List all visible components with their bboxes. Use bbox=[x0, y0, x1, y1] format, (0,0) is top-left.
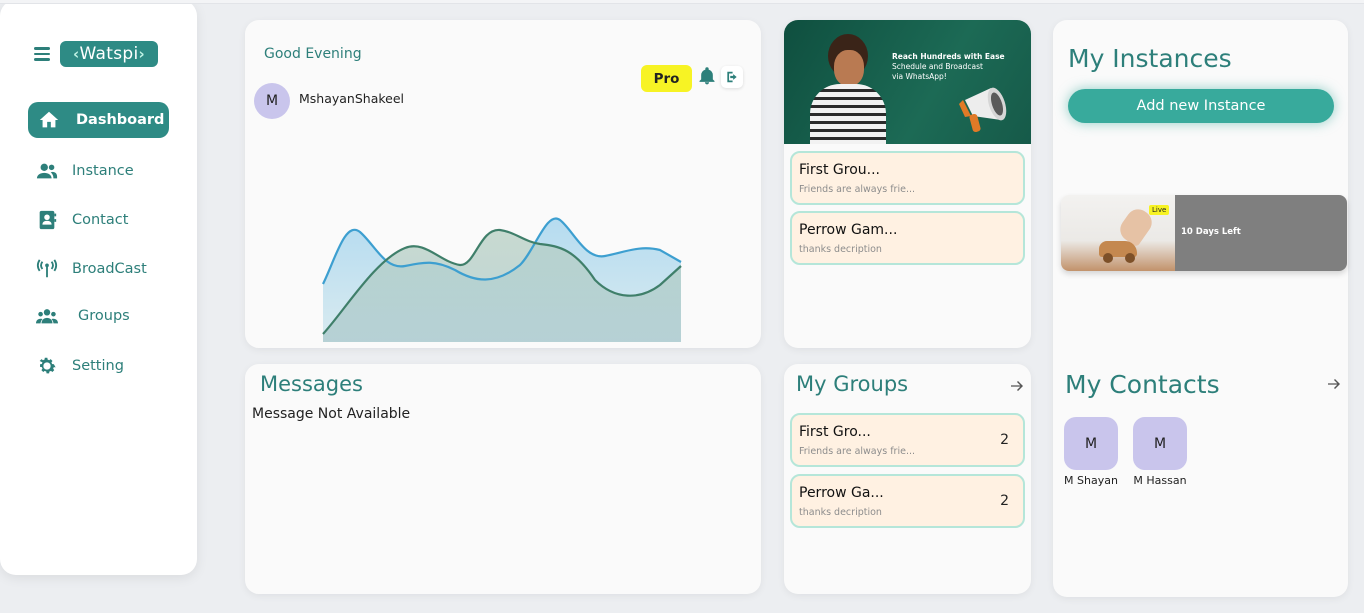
group-member-count: 2 bbox=[1000, 493, 1009, 509]
gear-icon bbox=[39, 357, 56, 374]
contact-name: M Shayan bbox=[1064, 474, 1118, 487]
group-description: thanks decription bbox=[799, 507, 882, 518]
group-name: Perrow Gam... bbox=[799, 222, 898, 238]
group-name: First Grou... bbox=[799, 162, 880, 178]
contact-avatar: M bbox=[1064, 417, 1118, 470]
wheel-shape bbox=[1103, 253, 1113, 263]
banner-text: Reach Hundreds with Ease Schedule and Br… bbox=[892, 52, 1005, 82]
logo-text: Watspi bbox=[79, 44, 139, 64]
sidebar-item-setting[interactable]: Setting bbox=[28, 348, 124, 384]
group-name: First Gro... bbox=[799, 424, 871, 440]
messages-title: Messages bbox=[260, 372, 363, 396]
list-item[interactable]: Perrow Ga... thanks decription 2 bbox=[790, 474, 1025, 528]
logo[interactable]: ‹ Watspi › bbox=[60, 41, 158, 67]
instance-info: 10 Days Left bbox=[1175, 195, 1347, 271]
logout-icon bbox=[727, 71, 737, 83]
logout-button[interactable] bbox=[721, 66, 743, 88]
person-body bbox=[810, 84, 886, 144]
live-badge: Live bbox=[1149, 205, 1170, 215]
sidebar-item-label: Instance bbox=[72, 163, 134, 179]
person-face bbox=[834, 50, 864, 86]
sidebar-item-contact[interactable]: Contact bbox=[28, 202, 128, 238]
group-description: Friends are always frie... bbox=[799, 184, 916, 195]
megaphone-icon bbox=[959, 87, 1007, 133]
instances-card: My Instances Add new Instance Live 10 Da… bbox=[1053, 20, 1348, 597]
messages-card: Messages Message Not Available bbox=[245, 364, 761, 594]
group-description: Friends are always frie... bbox=[799, 446, 916, 457]
sidebar-item-groups[interactable]: Groups bbox=[28, 298, 130, 334]
banner-headline: Reach Hundreds with Ease bbox=[892, 52, 1005, 61]
messages-empty-text: Message Not Available bbox=[252, 406, 411, 422]
arrow-right-icon[interactable] bbox=[1326, 376, 1342, 392]
banner-line: Schedule and Broadcast bbox=[892, 62, 983, 71]
list-item[interactable]: First Gro... Friends are always frie... … bbox=[790, 413, 1025, 467]
user-avatar[interactable]: M bbox=[254, 83, 290, 119]
sidebar-item-dashboard[interactable]: Dashboard bbox=[28, 102, 169, 138]
activity-area-chart bbox=[322, 217, 682, 342]
add-instance-button[interactable]: Add new Instance bbox=[1068, 89, 1334, 123]
bell-icon[interactable] bbox=[697, 65, 717, 87]
sidebar-item-label: Groups bbox=[78, 308, 130, 324]
instance-card[interactable]: Live 10 Days Left bbox=[1061, 195, 1347, 271]
sidebar: ‹ Watspi › Dashboard Instance Contact Broa… bbox=[0, 0, 197, 575]
group-description: thanks decription bbox=[799, 244, 882, 255]
arrow-right-icon[interactable] bbox=[1009, 378, 1025, 394]
my-groups-card: My Groups First Gro... Friends are alway… bbox=[784, 364, 1031, 594]
my-contacts-title: My Contacts bbox=[1065, 370, 1220, 399]
plan-badge: Pro bbox=[641, 65, 692, 92]
contact-name: M Hassan bbox=[1133, 474, 1187, 487]
contact-item[interactable]: M M Shayan bbox=[1064, 417, 1118, 487]
my-groups-title: My Groups bbox=[796, 372, 909, 396]
home-icon bbox=[39, 111, 59, 128]
my-instances-title: My Instances bbox=[1068, 44, 1232, 73]
groups-icon bbox=[36, 309, 58, 324]
hamburger-menu-icon[interactable] bbox=[34, 47, 50, 61]
contact-item[interactable]: M M Hassan bbox=[1133, 417, 1187, 487]
username: MshayanShakeel bbox=[299, 91, 405, 106]
sidebar-item-label: Contact bbox=[72, 212, 129, 228]
list-item[interactable]: First Grou... Friends are always frie... bbox=[790, 151, 1025, 205]
greeting-text: Good Evening bbox=[264, 46, 362, 62]
sidebar-item-label: Dashboard bbox=[76, 112, 165, 128]
broadcast-antenna-icon bbox=[36, 259, 58, 278]
users-icon bbox=[36, 163, 58, 179]
group-member-count: 2 bbox=[1000, 432, 1009, 448]
instance-image: Live bbox=[1061, 195, 1175, 271]
wheel-shape bbox=[1125, 253, 1135, 263]
list-item[interactable]: Perrow Gam... thanks decription bbox=[790, 211, 1025, 265]
contact-avatar: M bbox=[1133, 417, 1187, 470]
sidebar-item-label: BroadCast bbox=[72, 261, 147, 277]
sidebar-item-broadcast[interactable]: BroadCast bbox=[28, 251, 147, 287]
sidebar-item-instance[interactable]: Instance bbox=[28, 153, 134, 189]
group-name: Perrow Ga... bbox=[799, 485, 884, 501]
contact-book-icon bbox=[39, 210, 57, 230]
promo-banner[interactable]: Reach Hundreds with Ease Schedule and Br… bbox=[784, 20, 1031, 144]
top-divider bbox=[0, 0, 1364, 4]
days-left: 10 Days Left bbox=[1181, 227, 1241, 237]
sidebar-item-label: Setting bbox=[72, 358, 124, 374]
promo-card: Reach Hundreds with Ease Schedule and Br… bbox=[784, 20, 1031, 348]
greeting-card: Good Evening Pro M MshayanShakeel bbox=[245, 20, 761, 348]
